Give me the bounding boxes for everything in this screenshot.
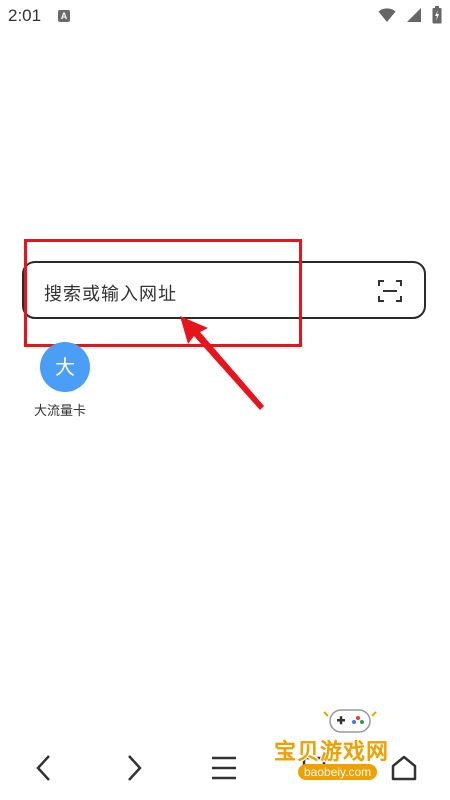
watermark-url: baobeiy.com (298, 764, 378, 780)
status-bar: 2:01 A (0, 0, 450, 32)
menu-icon (212, 756, 236, 780)
annotation-arrow-icon (180, 316, 264, 410)
menu-button[interactable] (204, 748, 244, 788)
back-icon (36, 755, 50, 781)
watermark-brand: 宝贝游戏网 (274, 740, 390, 765)
forward-button[interactable] (114, 748, 154, 788)
quick-link-icon: 大 (40, 342, 90, 392)
scan-icon[interactable] (378, 279, 402, 303)
back-button[interactable] (24, 748, 64, 788)
notification-icon: A (58, 10, 70, 22)
battery-icon (432, 6, 442, 24)
wifi-icon (378, 8, 396, 22)
cell-signal-icon (407, 8, 421, 22)
watermark: 宝贝游戏网 baobeiy.com (268, 704, 440, 786)
status-time: 2:01 (8, 6, 42, 25)
quick-link-label: 大流量卡 (34, 404, 87, 419)
forward-icon (128, 755, 142, 781)
quick-link-data-card[interactable]: 大 大流量卡 (34, 342, 96, 422)
gamepad-logo-icon (323, 709, 377, 733)
